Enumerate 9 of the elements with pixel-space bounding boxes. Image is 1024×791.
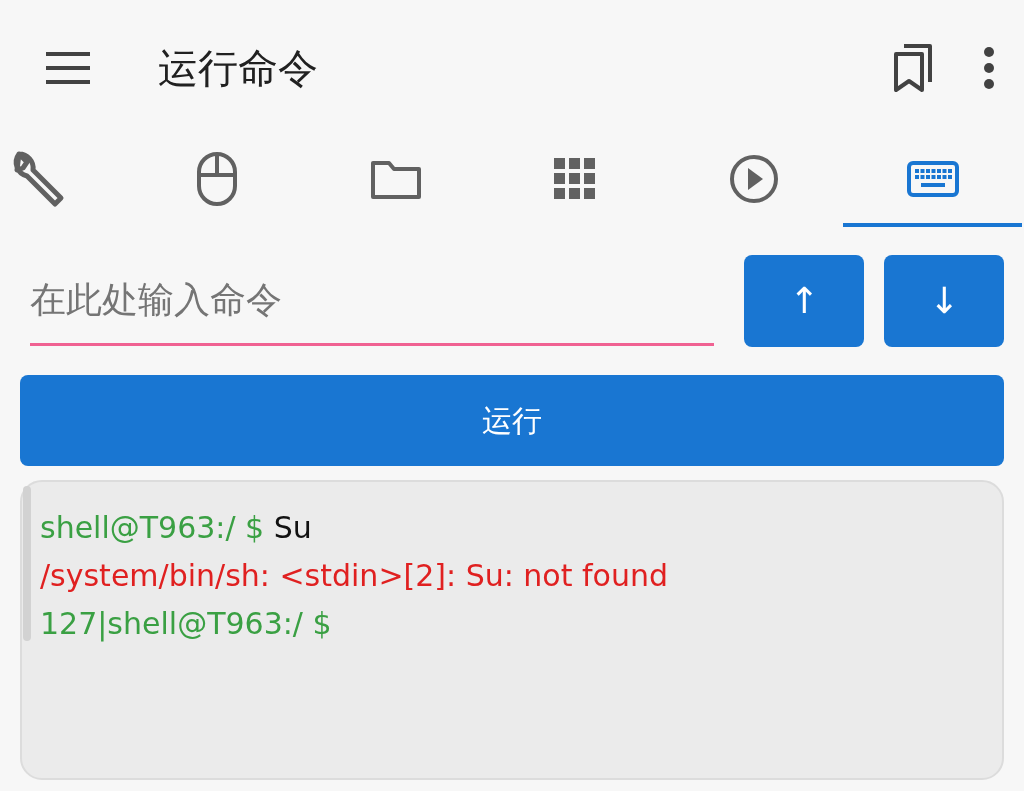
run-button[interactable]: 运行 [20,375,1004,466]
shell-prompt: 127|shell@T963:/ $ [40,606,332,641]
typed-command: Su [273,510,312,545]
history-down-button[interactable]: ↓ [884,255,1004,347]
error-message: /system/bin/sh: <stdin>[2]: Su: not found [40,558,668,593]
screen-title: 运行命令 [158,43,318,93]
shell-prompt: shell@T963:/ $ [40,510,265,545]
command-field[interactable]: 在此处输入命令 [30,256,714,346]
history-up-button[interactable]: ↑ [744,255,864,347]
